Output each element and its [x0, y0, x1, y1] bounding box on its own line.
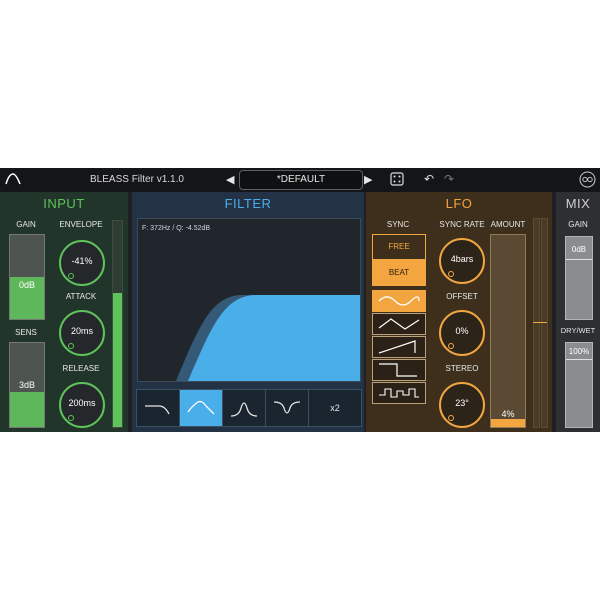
filter-multiplier-button[interactable]: x2: [308, 389, 362, 427]
stereo-knob[interactable]: 23°: [439, 382, 485, 428]
sync-rate-knob[interactable]: 4bars: [439, 238, 485, 284]
input-title: INPUT: [43, 196, 85, 211]
random-wave-icon: [379, 388, 419, 398]
lowpass-resonant-icon: [187, 400, 215, 415]
redo-icon[interactable]: ↷: [442, 172, 456, 186]
sync-rate-value: 4bars: [450, 254, 474, 264]
attack-knob[interactable]: 20ms: [59, 310, 105, 356]
attack-label: ATTACK: [65, 292, 97, 301]
input-section: INPUT GAIN 0dB SENS 3dB ENVELOPE -41% AT…: [0, 192, 128, 432]
sine-wave-icon: [378, 296, 420, 306]
input-gain-value: 0dB: [18, 280, 35, 290]
next-preset-button[interactable]: ▶: [364, 173, 372, 186]
lowpass-icon: [145, 405, 170, 415]
waveform-square-button[interactable]: [372, 359, 426, 381]
lfo-meter-right: [541, 218, 548, 428]
filter-type-lowpass-button[interactable]: [136, 389, 180, 427]
undo-icon[interactable]: ↶: [422, 172, 436, 186]
attack-knob-indicator: [68, 343, 74, 349]
envelope-knob-indicator: [68, 273, 74, 279]
mix-gain-slider[interactable]: 0dB: [565, 236, 593, 320]
input-gain-slider[interactable]: 0dB: [9, 234, 45, 320]
saw-wave-icon: [378, 340, 416, 354]
mix-gain-label: GAIN: [568, 220, 588, 229]
attack-value: 20ms: [70, 326, 93, 336]
plugin-window: BLEASS Filter v1.1.0 ◀ *DEFAULT ▶ ↶ ↷ IN…: [0, 168, 600, 432]
sync-label: SYNC: [386, 220, 410, 229]
sens-slider[interactable]: 3dB: [9, 342, 45, 428]
input-gain-label: GAIN: [16, 220, 36, 229]
filter-type-lowpass-resonant-button[interactable]: [179, 389, 223, 427]
release-label: RELEASE: [62, 364, 100, 373]
offset-value: 0%: [455, 326, 469, 336]
amount-slider[interactable]: 4%: [490, 234, 526, 428]
amount-label: AMOUNT: [490, 220, 526, 229]
stereo-knob-indicator: [448, 415, 454, 421]
filter-type-notch-button[interactable]: [265, 389, 309, 427]
notch-icon: [273, 401, 301, 414]
input-level-meter-fill: [113, 293, 122, 427]
plugin-title: BLEASS Filter v1.1.0: [90, 174, 184, 185]
offset-knob-indicator: [448, 343, 454, 349]
sync-beat-button[interactable]: BEAT: [372, 260, 426, 286]
envelope-value: -41%: [71, 256, 93, 266]
waveform-saw-button[interactable]: [372, 336, 426, 358]
square-wave-icon: [379, 363, 417, 377]
bandpass-icon: [230, 402, 258, 417]
drywet-handle: [566, 359, 592, 360]
envelope-knob[interactable]: -41%: [59, 240, 105, 286]
mix-section: MIX GAIN 0dB DRY/WET 100%: [556, 192, 600, 432]
waveform-triangle-button[interactable]: [372, 313, 426, 335]
release-knob-indicator: [68, 415, 74, 421]
prev-preset-button[interactable]: ◀: [226, 173, 234, 186]
release-value: 200ms: [68, 398, 96, 408]
amount-value: 4%: [501, 409, 515, 419]
offset-label: OFFSET: [446, 292, 478, 301]
drywet-label: DRY/WET: [560, 326, 596, 335]
triangle-wave-icon: [378, 318, 420, 330]
mix-gain-handle: [566, 259, 592, 260]
sync-free-button[interactable]: FREE: [372, 234, 426, 260]
waveform-random-button[interactable]: [372, 382, 426, 404]
waveform-sine-button[interactable]: [372, 290, 426, 312]
stereo-value: 23°: [455, 398, 469, 408]
sens-fill: [10, 391, 44, 427]
envelope-label: ENVELOPE: [59, 220, 103, 229]
stereo-label: STEREO: [445, 364, 479, 373]
filter-title: FILTER: [224, 196, 272, 211]
release-knob[interactable]: 200ms: [59, 382, 105, 428]
sync-rate-knob-indicator: [448, 271, 454, 277]
filter-curve-graph: [176, 295, 360, 381]
filter-response-display[interactable]: F: 372Hz / Q: -4.52dB: [137, 218, 361, 382]
drywet-slider[interactable]: 100%: [565, 342, 593, 428]
filter-section: FILTER F: 372Hz / Q: -4.52dB x2: [132, 192, 364, 432]
settings-badge-icon[interactable]: [579, 171, 596, 188]
offset-knob[interactable]: 0%: [439, 310, 485, 356]
mix-title: MIX: [565, 196, 591, 211]
lfo-title: LFO: [445, 196, 473, 211]
bleass-logo-icon: [5, 173, 21, 185]
sens-value: 3dB: [18, 380, 35, 390]
amount-fill: [491, 419, 525, 427]
lfo-meter-marker: [533, 322, 547, 323]
dice-icon[interactable]: [390, 172, 404, 186]
preset-selector[interactable]: *DEFAULT: [239, 170, 363, 190]
lfo-section: LFO SYNC FREE BEAT SYNC RATE 4bars OFFSE…: [366, 192, 552, 432]
sens-label: SENS: [15, 328, 37, 337]
drywet-value: 100%: [568, 347, 590, 356]
sync-rate-label: SYNC RATE: [439, 220, 485, 229]
lfo-meter-left: [533, 218, 540, 428]
input-level-meter: [112, 220, 123, 428]
mix-gain-value: 0dB: [571, 245, 587, 254]
filter-type-bandpass-button[interactable]: [222, 389, 266, 427]
top-bar: BLEASS Filter v1.1.0 ◀ *DEFAULT ▶ ↶ ↷: [0, 168, 600, 192]
